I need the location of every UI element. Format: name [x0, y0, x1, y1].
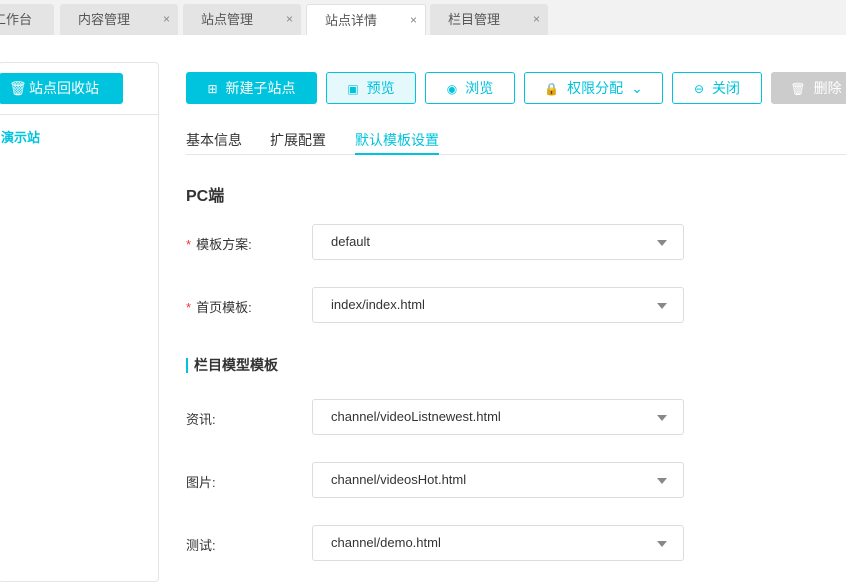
lock-icon: 🔒 — [544, 82, 560, 96]
close-icon[interactable]: × — [163, 4, 170, 35]
eye-icon: ◉ — [446, 82, 458, 96]
tab-basic-info[interactable]: 基本信息 — [186, 130, 242, 150]
button-label: 浏览 — [465, 80, 494, 96]
sidebar: 🗑 站点回收站 演示站 — [0, 62, 159, 582]
close-icon[interactable]: × — [533, 4, 540, 35]
chevron-down-icon: ⌄ — [631, 80, 643, 96]
caret-down-icon — [657, 478, 667, 484]
trash-icon: 🗑 — [790, 82, 806, 96]
tab-sites[interactable]: 站点管理 × — [183, 4, 301, 35]
required-mark: * — [186, 237, 192, 252]
tab-label: 栏目管理 — [447, 12, 500, 27]
channel-model-title: 栏目模型模板 — [186, 358, 278, 373]
tab-extended-config[interactable]: 扩展配置 — [270, 130, 326, 150]
tab-label: 工作台 — [0, 12, 32, 27]
select-value: default — [331, 234, 371, 249]
site-tree-item[interactable]: 演示站 — [1, 127, 40, 146]
divider — [0, 114, 158, 115]
scheme-label: * 模板方案: — [186, 234, 252, 253]
select-value: index/index.html — [331, 297, 425, 312]
tab-label: 内容管理 — [77, 12, 130, 27]
caret-down-icon — [657, 303, 667, 309]
browse-button[interactable]: ◉ 浏览 — [425, 72, 515, 104]
close-site-button[interactable]: ⊖ 关闭 — [672, 72, 762, 104]
image-template-select[interactable]: channel/videosHot.html — [312, 462, 684, 498]
select-value: channel/videosHot.html — [331, 472, 467, 487]
permission-dropdown-button[interactable]: 🔒 权限分配 ⌄ — [524, 72, 663, 104]
new-subsite-button[interactable]: ⊞ 新建子站点 — [186, 72, 317, 104]
caret-down-icon — [657, 415, 667, 421]
test-label: 测试: — [186, 538, 216, 553]
button-label: 权限分配 — [567, 80, 624, 96]
select-value: channel/demo.html — [331, 535, 441, 550]
tab-workbench[interactable]: 工作台 — [0, 4, 54, 35]
recycle-label: 站点回收站 — [29, 80, 99, 96]
trash-icon: 🗑 — [9, 80, 27, 96]
button-label: 新建子站点 — [225, 80, 296, 96]
button-label: 预览 — [366, 80, 395, 96]
template-scheme-select[interactable]: default — [312, 224, 684, 260]
tab-default-template[interactable]: 默认模板设置 — [355, 130, 439, 155]
preview-button[interactable]: ▣ 预览 — [326, 72, 416, 104]
minus-circle-icon: ⊖ — [693, 82, 705, 96]
select-value: channel/videoListnewest.html — [331, 409, 501, 424]
button-label: 删除 — [813, 80, 842, 96]
caret-down-icon — [657, 541, 667, 547]
tab-columns[interactable]: 栏目管理 × — [430, 4, 548, 35]
tab-bar: 工作台 内容管理 × 站点管理 × 站点详情 × 栏目管理 × — [0, 0, 846, 35]
close-icon[interactable]: × — [286, 4, 293, 35]
home-template-select[interactable]: index/index.html — [312, 287, 684, 323]
label-text: 模板方案: — [196, 237, 252, 252]
recycle-bin-button[interactable]: 🗑 站点回收站 — [0, 73, 123, 104]
tab-site-detail[interactable]: 站点详情 × — [306, 4, 426, 35]
file-search-icon: ▣ — [347, 82, 359, 96]
tab-content[interactable]: 内容管理 × — [60, 4, 178, 35]
news-label: 资讯: — [186, 412, 216, 427]
news-template-select[interactable]: channel/videoListnewest.html — [312, 399, 684, 435]
add-file-icon: ⊞ — [207, 82, 218, 96]
test-template-select[interactable]: channel/demo.html — [312, 525, 684, 561]
image-label: 图片: — [186, 475, 216, 490]
delete-button[interactable]: 🗑 删除 — [771, 72, 846, 104]
button-label: 关闭 — [712, 80, 741, 96]
tab-label: 站点管理 — [200, 12, 253, 27]
tab-label: 站点详情 — [324, 13, 377, 28]
pc-section-title: PC端 — [186, 188, 225, 205]
detail-tabs: 基本信息 扩展配置 默认模板设置 — [186, 130, 846, 155]
close-icon[interactable]: × — [410, 5, 417, 36]
caret-down-icon — [657, 240, 667, 246]
required-mark: * — [186, 300, 192, 315]
home-template-label: * 首页模板: — [186, 297, 252, 316]
label-text: 首页模板: — [196, 300, 252, 315]
